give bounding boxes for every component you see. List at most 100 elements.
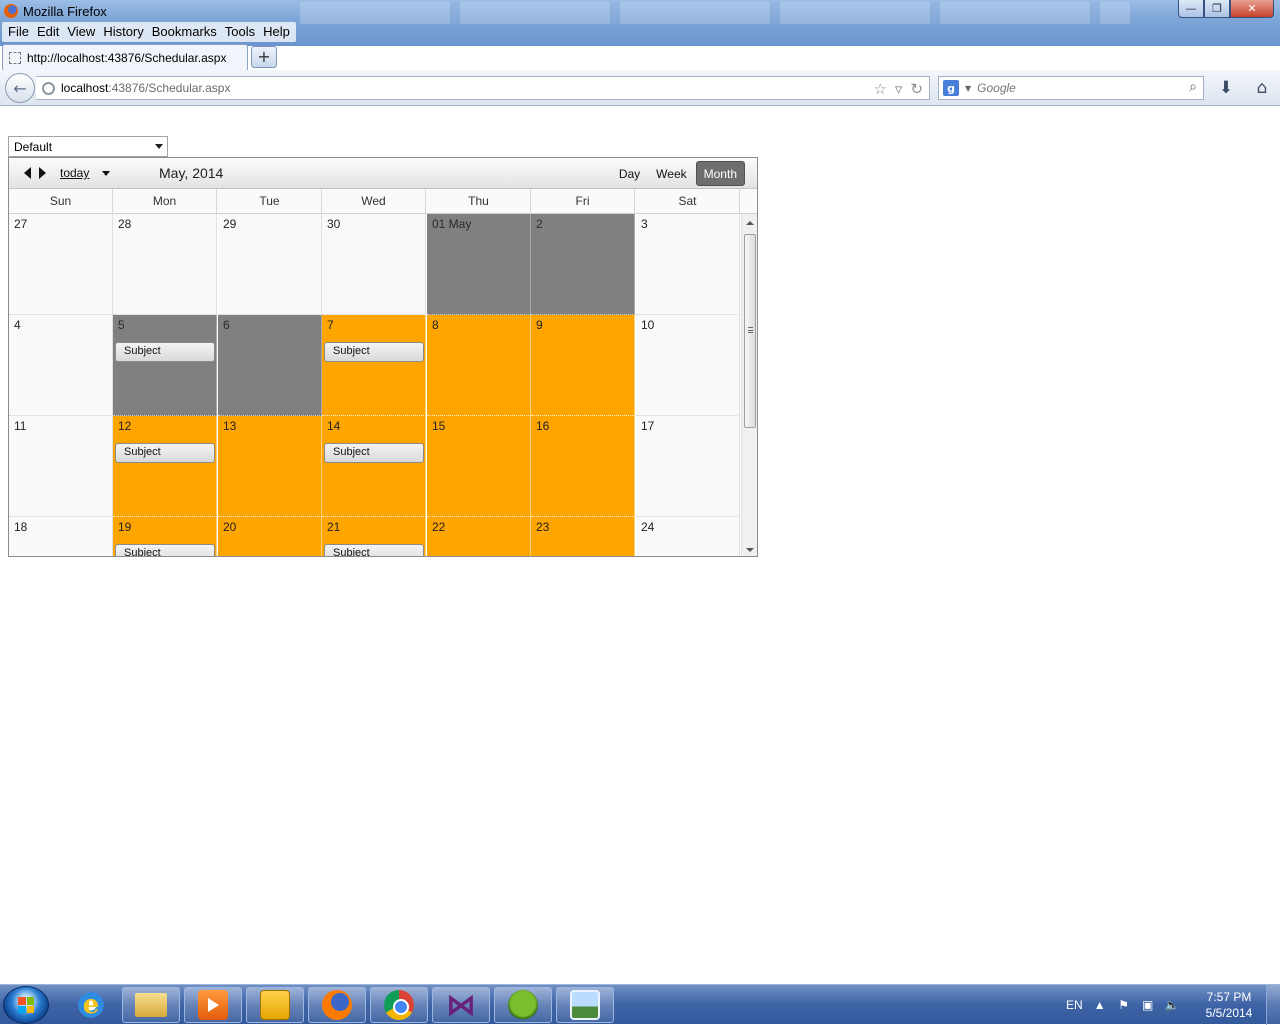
back-button[interactable]: ←	[5, 73, 35, 103]
language-indicator[interactable]: EN	[1066, 998, 1083, 1012]
scroll-down-icon[interactable]	[746, 548, 754, 552]
scrollbar-thumb[interactable]	[744, 234, 756, 428]
day-cell[interactable]: 16	[531, 416, 635, 517]
volume-icon[interactable]: 🔈	[1165, 998, 1180, 1012]
day-cell[interactable]: 5 Subject	[113, 315, 217, 416]
navigation-toolbar: localhost :43876/Schedular.aspx ☆ ▿ ↻ ← …	[0, 70, 1280, 106]
start-button[interactable]	[3, 986, 49, 1024]
taskbar-media-player[interactable]	[184, 987, 242, 1023]
day-view-button[interactable]: Day	[612, 161, 647, 186]
reload-icon[interactable]: ↻	[910, 80, 923, 98]
appointment[interactable]: Subject	[324, 342, 424, 362]
day-cell[interactable]: 19 Subject	[113, 517, 217, 556]
date-picker-caret-icon[interactable]	[102, 171, 110, 176]
taskbar-chrome[interactable]	[370, 987, 428, 1023]
action-center-flag-icon[interactable]: ⚑	[1117, 998, 1131, 1012]
day-cell[interactable]: 30	[322, 214, 426, 315]
appointment[interactable]: Subject	[115, 544, 215, 556]
day-cell[interactable]: 14 Subject	[322, 416, 426, 517]
day-cell[interactable]: 21 Subject	[322, 517, 426, 556]
day-cell[interactable]: 10	[636, 315, 740, 416]
browser-tab[interactable]: http://localhost:43876/Schedular.aspx	[2, 44, 248, 70]
scroll-up-icon[interactable]	[746, 221, 754, 225]
show-hidden-icons-icon[interactable]: ▲	[1093, 998, 1107, 1012]
day-cell[interactable]: 15	[427, 416, 531, 517]
minimize-button[interactable]: —	[1178, 0, 1204, 18]
media-player-icon	[198, 990, 228, 1020]
new-tab-button[interactable]: +	[251, 46, 277, 68]
appointment[interactable]: Subject	[324, 544, 424, 556]
day-cell[interactable]: 4	[9, 315, 113, 416]
day-cell[interactable]: 6	[218, 315, 322, 416]
windows-logo-icon	[18, 997, 34, 1013]
taskbar-photo-viewer[interactable]	[556, 987, 614, 1023]
appointment[interactable]: Subject	[115, 443, 215, 463]
menu-edit[interactable]: Edit	[33, 22, 63, 42]
day-cell[interactable]: 2	[531, 214, 635, 315]
window-controls: — ❐ ✕	[1178, 0, 1274, 18]
day-cell[interactable]: 12 Subject	[113, 416, 217, 517]
search-bar[interactable]: g ▼ Google ⌕	[938, 76, 1204, 100]
today-link[interactable]: today	[60, 166, 89, 180]
downloads-icon[interactable]: ⬇	[1216, 78, 1236, 98]
menu-file[interactable]: File	[4, 22, 33, 42]
day-cell[interactable]: 22	[427, 517, 531, 556]
day-cell[interactable]: 27	[9, 214, 113, 315]
maximize-button[interactable]: ❐	[1204, 0, 1230, 18]
close-button[interactable]: ✕	[1230, 0, 1274, 18]
day-cell[interactable]: 28	[113, 214, 217, 315]
day-number: 16	[536, 419, 550, 433]
network-icon[interactable]: ▣	[1141, 998, 1155, 1012]
menu-history[interactable]: History	[99, 22, 147, 42]
day-cell[interactable]: 23	[531, 517, 635, 556]
day-header-fri: Fri	[531, 189, 635, 214]
week-view-button[interactable]: Week	[649, 161, 693, 186]
day-cell[interactable]: 11	[9, 416, 113, 517]
taskbar-internet-explorer[interactable]: e	[62, 987, 120, 1023]
menu-bookmarks[interactable]: Bookmarks	[148, 22, 221, 42]
engine-dropdown-icon[interactable]: ▼	[965, 84, 971, 93]
appointment[interactable]: Subject	[324, 443, 424, 463]
address-bar[interactable]: localhost :43876/Schedular.aspx ☆ ▿ ↻	[36, 76, 930, 100]
day-cell[interactable]: 7 Subject	[322, 315, 426, 416]
day-cell[interactable]: 18	[9, 517, 113, 556]
previous-month-icon[interactable]	[24, 167, 31, 179]
day-cell[interactable]: 20	[218, 517, 322, 556]
day-number: 18	[14, 520, 28, 534]
search-input[interactable]: Google	[977, 81, 1016, 95]
show-desktop-button[interactable]	[1266, 985, 1280, 1025]
menu-help[interactable]: Help	[259, 22, 294, 42]
appointment[interactable]: Subject	[115, 342, 215, 362]
taskbar-outlook[interactable]	[246, 987, 304, 1023]
day-header-sat: Sat	[636, 189, 740, 214]
day-cell[interactable]: 29	[218, 214, 322, 315]
day-cell[interactable]: 13	[218, 416, 322, 517]
taskbar-firefox[interactable]	[308, 987, 366, 1023]
google-icon[interactable]: g	[943, 80, 959, 96]
view-switcher: Day Week Month	[612, 161, 745, 186]
bookmark-star-icon[interactable]: ☆	[873, 80, 886, 98]
resource-dropdown[interactable]: Default	[8, 136, 168, 157]
taskbar-visual-studio[interactable]: ⋈	[432, 987, 490, 1023]
day-cell[interactable]: 24	[636, 517, 740, 556]
next-month-icon[interactable]	[39, 167, 46, 179]
menu-view[interactable]: View	[63, 22, 99, 42]
taskbar: e ⋈ EN ▲ ⚑ ▣ 🔈 7:57 PM 5/5/2014	[0, 984, 1280, 1025]
firefox-icon	[322, 990, 352, 1020]
vertical-scrollbar[interactable]	[741, 214, 757, 556]
clock[interactable]: 7:57 PM 5/5/2014	[1196, 989, 1262, 1021]
day-cell[interactable]: 3	[636, 214, 740, 315]
taskbar-windows-explorer[interactable]	[122, 987, 180, 1023]
day-number: 01 May	[432, 217, 472, 231]
day-cell[interactable]: 8	[427, 315, 531, 416]
day-cell[interactable]: 17	[636, 416, 740, 517]
month-view-button[interactable]: Month	[695, 161, 745, 186]
home-icon[interactable]: ⌂	[1252, 78, 1272, 98]
day-number: 28	[118, 217, 132, 231]
day-cell[interactable]: 01 May	[427, 214, 531, 315]
day-cell[interactable]: 9	[531, 315, 635, 416]
history-dropdown-icon[interactable]: ▿	[895, 80, 903, 98]
search-icon[interactable]: ⌕	[1189, 79, 1197, 95]
taskbar-frog-app[interactable]	[494, 987, 552, 1023]
menu-tools[interactable]: Tools	[221, 22, 259, 42]
